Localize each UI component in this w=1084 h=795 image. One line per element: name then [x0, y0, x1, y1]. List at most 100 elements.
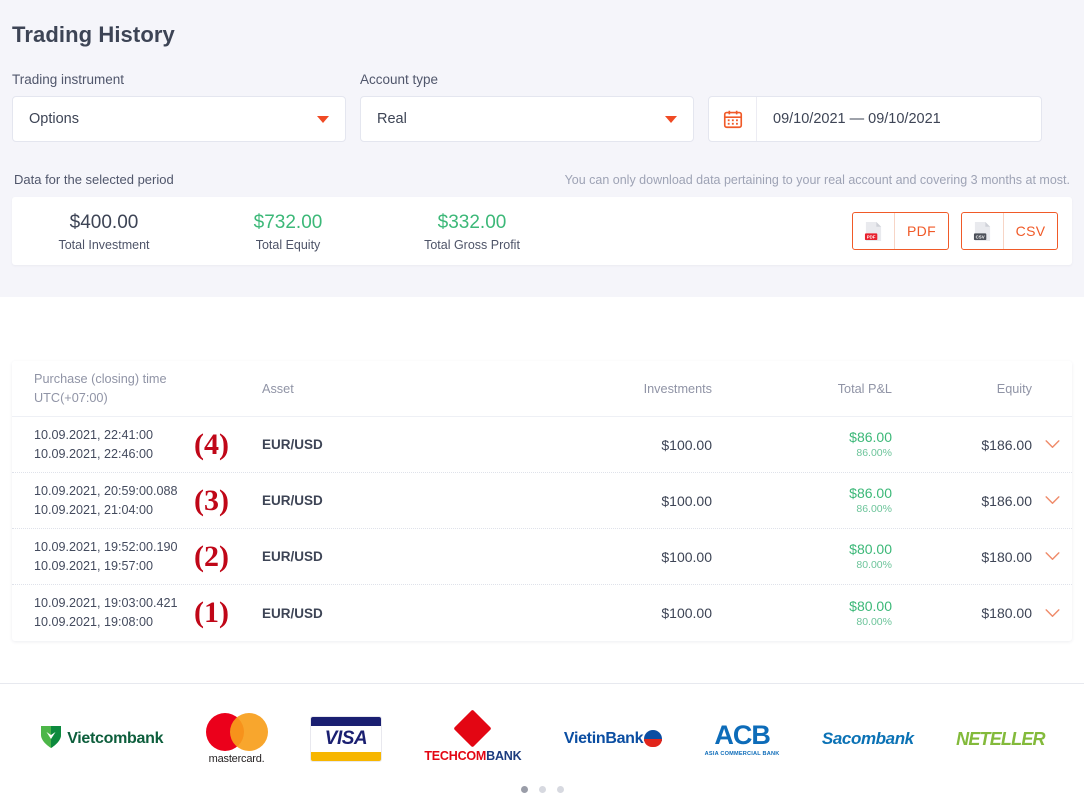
row-pl-percent: 80.00% [856, 559, 892, 572]
acb-label: ACB [714, 719, 770, 750]
download-csv-label: CSV [1015, 223, 1046, 239]
filter-row: Trading instrument Options Account type … [12, 72, 1072, 142]
logo-vietinbank: VietinBank [564, 730, 663, 748]
column-header-time: Purchase (closing) time UTC(+07:00) [12, 370, 262, 407]
chevron-down-icon [1044, 608, 1060, 617]
date-range-value: 09/10/2021 — 09/10/2021 [773, 111, 941, 127]
history-table: Purchase (closing) time UTC(+07:00) Asse… [12, 361, 1072, 641]
column-header-time-line2: UTC(+07:00) [34, 390, 108, 405]
visa-card-icon: VISA [309, 716, 382, 762]
row-pl-amount: $80.00 [849, 541, 892, 558]
trading-instrument-label: Trading instrument [12, 72, 125, 87]
logo-acb: ACB ASIA COMMERCIAL BANK [704, 719, 780, 757]
techcombank-diamond-icon [453, 709, 492, 748]
account-type-select[interactable]: Real [360, 96, 694, 142]
caret-down-icon [665, 115, 677, 123]
table-header-row: Purchase (closing) time UTC(+07:00) Asse… [12, 361, 1072, 417]
table-row[interactable]: 10.09.2021, 19:52:00.190 10.09.2021, 19:… [12, 529, 1072, 585]
period-label: Data for the selected period [14, 172, 174, 187]
period-info-row: Data for the selected period You can onl… [12, 172, 1072, 187]
account-type-value: Real [377, 111, 407, 127]
stat-total-gross-profit: $332.00 Total Gross Profit [380, 210, 564, 253]
logo-sacombank: Sacombank [822, 729, 914, 749]
logo-neteller: NETELLER [956, 729, 1045, 750]
csv-file-icon: CSV [962, 213, 1004, 249]
row-pl-amount: $80.00 [849, 597, 892, 614]
vietinbank-mark-icon [644, 730, 663, 748]
table-row[interactable]: 10.09.2021, 19:03:00.421 10.09.2021, 19:… [12, 585, 1072, 641]
column-header-time-line1: Purchase (closing) time [34, 372, 167, 387]
total-equity-caption: Total Equity [255, 238, 321, 253]
row-asset: EUR/USD [262, 493, 323, 508]
neteller-label: NETELLER [956, 728, 1045, 749]
column-header-investments: Investments [643, 381, 712, 396]
annotation-marker: (1) [194, 596, 229, 629]
row-equity: $186.00 [981, 492, 1032, 509]
chevron-down-icon [1044, 496, 1060, 504]
column-header-asset: Asset [262, 381, 294, 396]
row-equity: $180.00 [981, 605, 1032, 621]
mastercard-circles-icon [205, 713, 268, 751]
logo-techcombank: TECHCOMBANK [424, 709, 522, 763]
carousel-dots [0, 786, 1084, 793]
row-time-cell: 10.09.2021, 19:03:00.421 10.09.2021, 19:… [12, 594, 262, 632]
acb-sublabel: ASIA COMMERCIAL BANK [704, 750, 780, 757]
row-asset: EUR/USD [262, 605, 323, 621]
carousel-dot-1[interactable] [520, 786, 528, 793]
table-row[interactable]: 10.09.2021, 20:59:00.088 10.09.2021, 21:… [12, 473, 1072, 529]
row-expand-button[interactable] [1032, 552, 1072, 561]
download-restriction-note: You can only download data pertaining to… [564, 173, 1070, 187]
chevron-down-icon [1044, 552, 1060, 560]
sacombank-label: Sacombank [821, 729, 914, 748]
row-expand-button[interactable] [1032, 608, 1072, 618]
row-expand-button[interactable] [1032, 496, 1072, 505]
row-equity: $186.00 [981, 436, 1032, 453]
techcombank-label-b: BANK [486, 749, 522, 763]
total-gross-profit-amount: $332.00 [437, 211, 507, 233]
total-investment-caption: Total Investment [58, 238, 150, 253]
carousel-dot-3[interactable] [556, 786, 564, 793]
total-gross-profit-caption: Total Gross Profit [424, 238, 520, 253]
annotation-marker: (2) [194, 539, 229, 573]
date-range-picker[interactable]: 09/10/2021 — 09/10/2021 [708, 96, 1042, 142]
column-header-total-pl: Total P&L [837, 381, 892, 396]
partner-logo-carousel: Vietcombank mastercard. VISA TECHCOMBANK… [0, 709, 1084, 768]
summary-card: $400.00 Total Investment $732.00 Total E… [12, 197, 1072, 265]
row-investment: $100.00 [661, 605, 712, 621]
row-investment: $100.00 [661, 548, 712, 565]
row-asset: EUR/USD [262, 437, 323, 452]
row-asset: EUR/USD [262, 549, 323, 564]
total-equity-amount: $732.00 [253, 211, 323, 233]
row-pl-percent: 86.00% [856, 447, 892, 460]
account-type-label: Account type [360, 72, 439, 87]
trading-instrument-select[interactable]: Options [12, 96, 346, 142]
row-investment: $100.00 [661, 492, 712, 509]
row-pl-cell: $86.00 86.00% [712, 484, 892, 517]
column-header-equity: Equity [996, 381, 1032, 396]
download-buttons: PDF PDF CSV CSV [852, 212, 1072, 250]
row-time-cell: 10.09.2021, 22:41:00 10.09.2021, 22:46:0… [12, 426, 262, 464]
download-pdf-button[interactable]: PDF PDF [852, 212, 949, 250]
annotation-marker: (3) [194, 483, 229, 517]
row-pl-amount: $86.00 [849, 485, 892, 502]
trading-instrument-field: Trading instrument Options [12, 72, 346, 142]
row-pl-amount: $86.00 [849, 429, 892, 446]
row-pl-cell: $80.00 80.00% [712, 597, 892, 630]
row-pl-cell: $80.00 80.00% [712, 540, 892, 573]
row-pl-percent: 80.00% [856, 615, 892, 628]
table-row[interactable]: 10.09.2021, 22:41:00 10.09.2021, 22:46:0… [12, 417, 1072, 473]
download-csv-button[interactable]: CSV CSV [961, 212, 1058, 250]
account-type-field: Account type Real [360, 72, 694, 142]
calendar-icon [709, 97, 757, 141]
carousel-dot-2[interactable] [538, 786, 546, 793]
row-expand-button[interactable] [1032, 440, 1072, 449]
row-pl-percent: 86.00% [856, 503, 892, 516]
svg-text:CSV: CSV [976, 234, 985, 239]
stat-total-equity: $732.00 Total Equity [196, 210, 380, 253]
history-table-section: Purchase (closing) time UTC(+07:00) Asse… [0, 361, 1084, 641]
logo-visa: VISA [309, 716, 382, 762]
visa-label: VISA [324, 728, 368, 749]
total-investment-amount: $400.00 [69, 211, 139, 233]
stat-total-investment: $400.00 Total Investment [12, 210, 196, 253]
pdf-file-icon: PDF [853, 213, 895, 249]
